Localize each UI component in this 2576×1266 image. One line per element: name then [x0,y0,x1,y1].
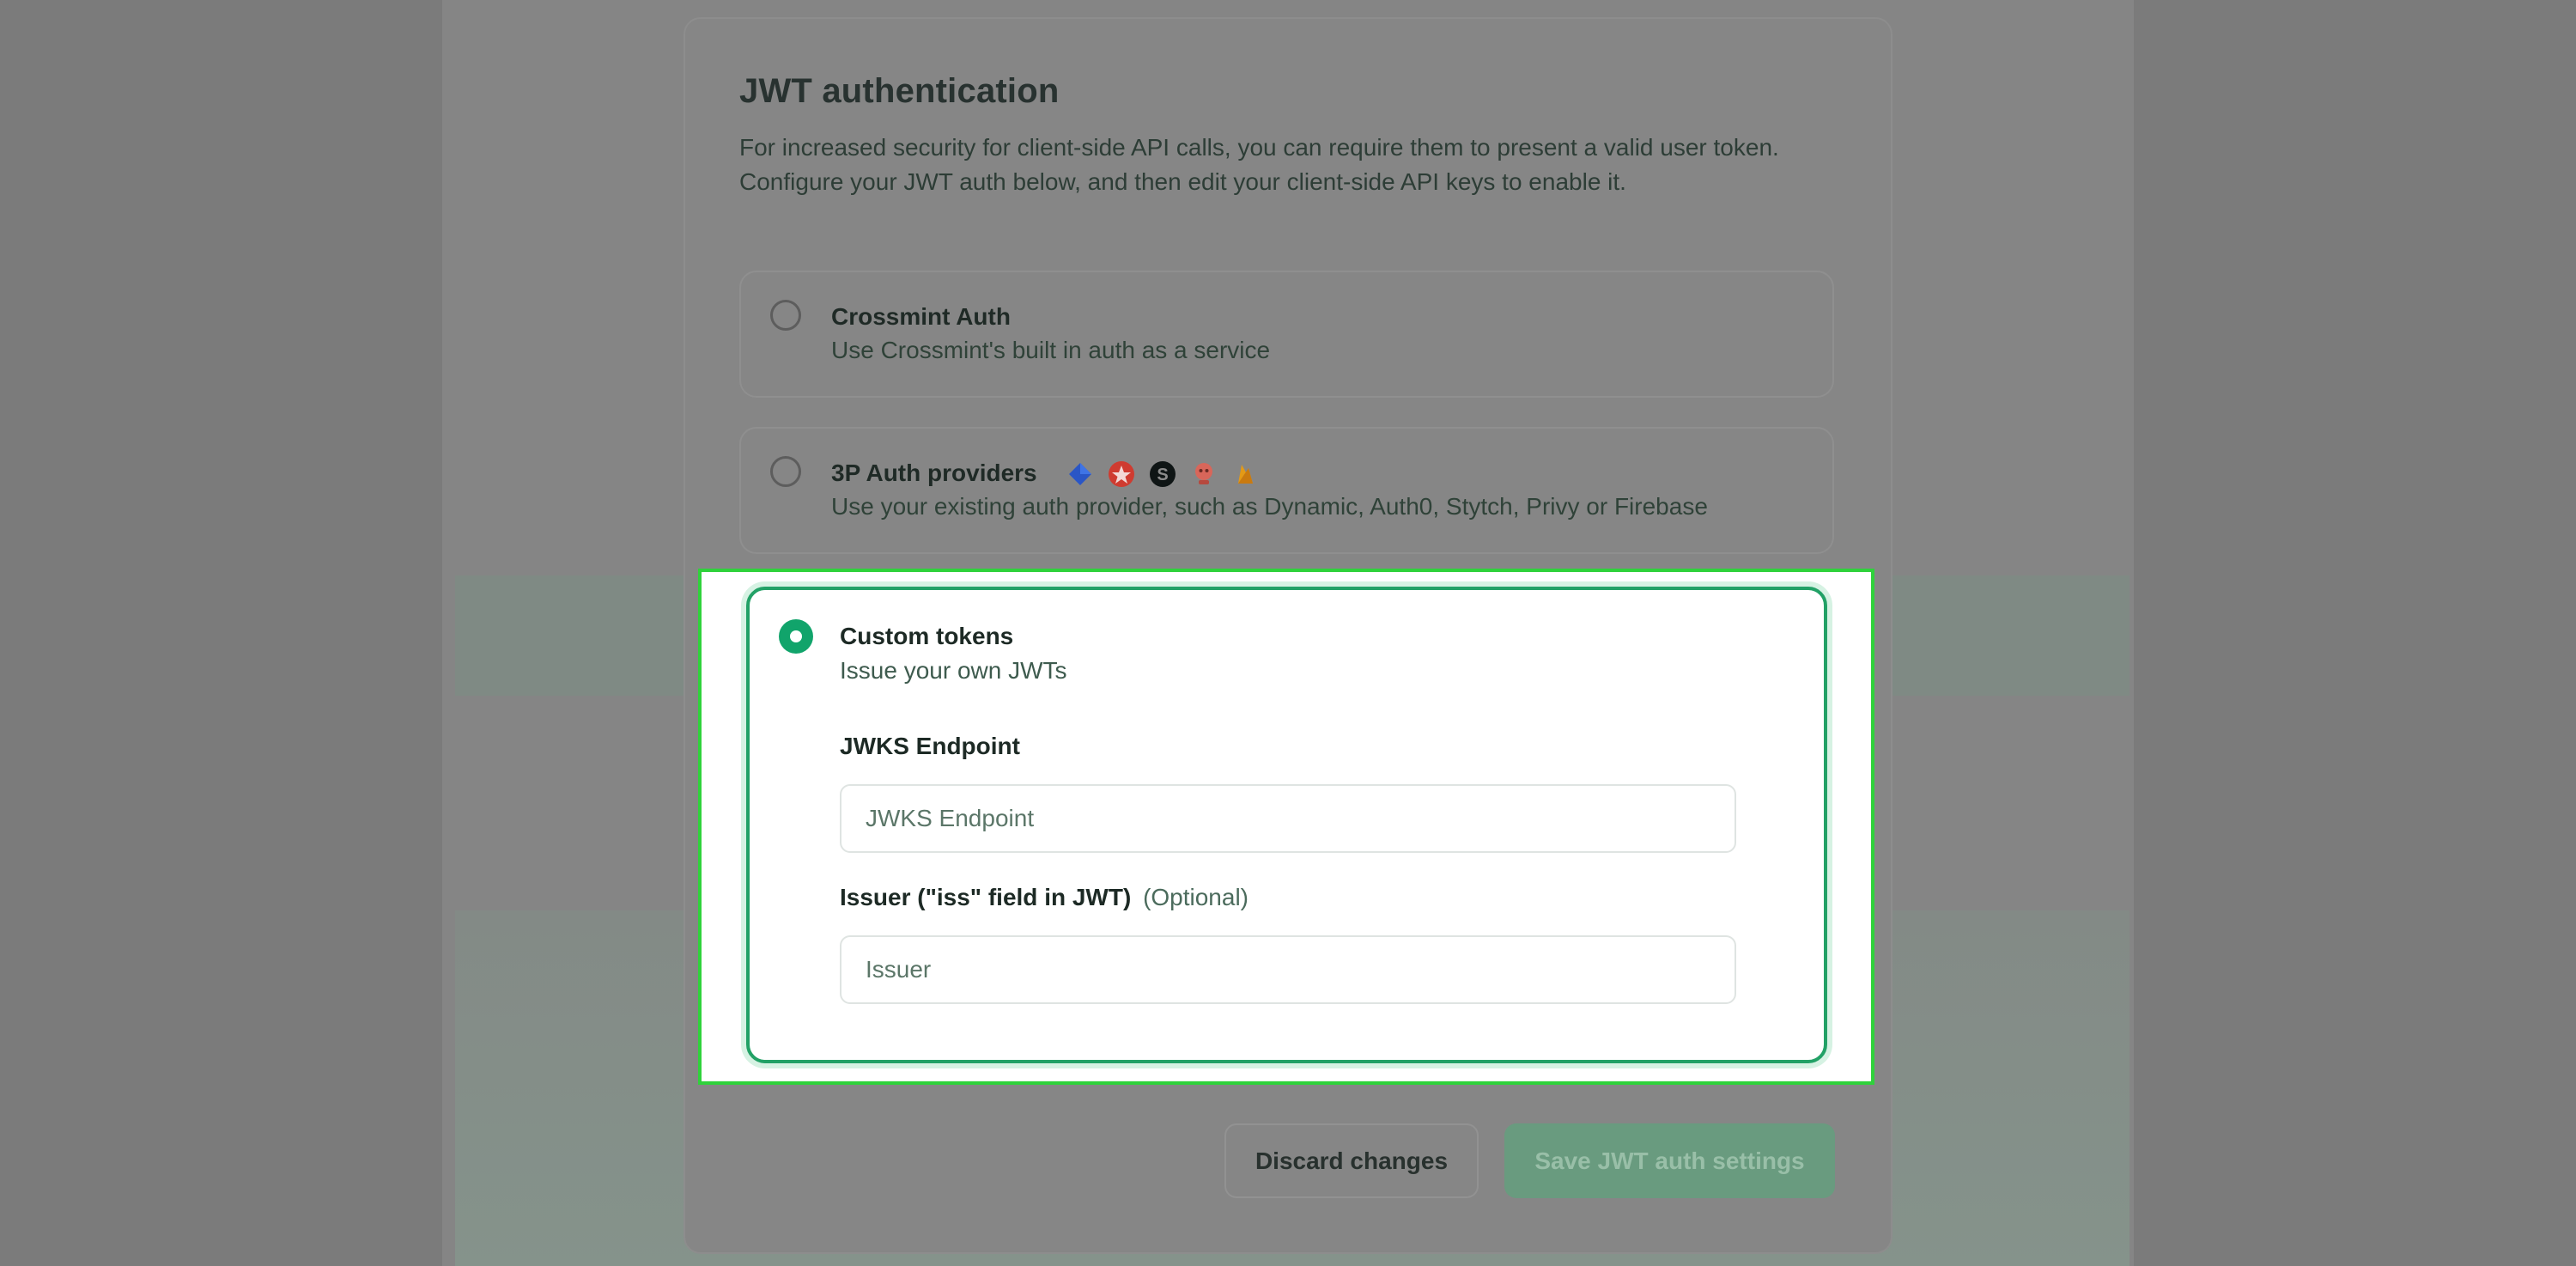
option-crossmint-auth[interactable]: Crossmint Auth Use Crossmint's built in … [739,271,1834,398]
radio-crossmint-auth[interactable] [770,300,801,331]
issuer-label-text: Issuer ("iss" field in JWT) [840,884,1132,910]
discard-changes-button[interactable]: Discard changes [1224,1123,1479,1198]
description-line-2: Configure your JWT auth below, and then … [739,168,1626,195]
option-subtitle: Issue your own JWTs [840,657,1067,684]
stytch-icon: S [1150,461,1176,487]
backdrop-right [2134,0,2576,1266]
save-jwt-auth-settings-button[interactable]: Save JWT auth settings [1504,1123,1835,1198]
radio-3p-auth-providers[interactable] [770,456,801,487]
privy-icon [1195,463,1212,484]
dynamic-icon [1069,463,1091,485]
backdrop-left [0,0,442,1266]
issuer-input[interactable] [840,935,1736,1004]
optional-tag: (Optional) [1143,884,1249,910]
option-title: Crossmint Auth [831,303,1011,330]
option-title: 3P Auth providers [831,460,1037,486]
option-subtitle: Use your existing auth provider, such as… [831,493,1708,520]
jwks-endpoint-label: JWKS Endpoint [840,733,1020,760]
firebase-icon [1238,465,1253,484]
provider-logos: S [1066,460,1260,489]
option-custom-tokens[interactable]: Custom tokens Issue your own JWTs JWKS E… [746,587,1827,1063]
auth0-icon [1109,461,1134,487]
radio-custom-tokens[interactable] [779,619,813,654]
option-subtitle: Use Crossmint's built in auth as a servi… [831,337,1271,363]
description-line-1: For increased security for client-side A… [739,134,1779,161]
page-title: JWT authentication [739,72,1060,110]
svg-text:S: S [1157,466,1168,484]
page-description: For increased security for client-side A… [739,131,1813,199]
issuer-label: Issuer ("iss" field in JWT) (Optional) [840,884,1249,911]
jwks-endpoint-input[interactable] [840,784,1736,853]
option-title: Custom tokens [840,623,1014,649]
option-3p-auth-providers[interactable]: 3P Auth providers S Use your existing au… [739,427,1834,554]
jwks-endpoint-label-text: JWKS Endpoint [840,733,1020,759]
